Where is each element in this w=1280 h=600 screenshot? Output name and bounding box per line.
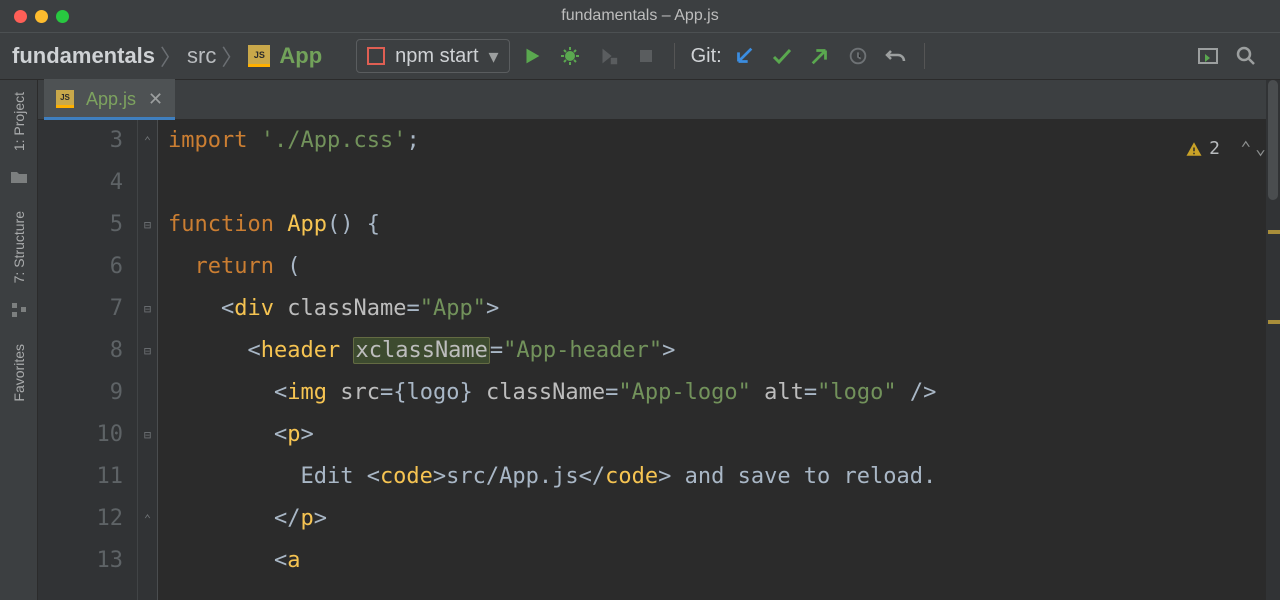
folder-icon bbox=[9, 167, 29, 187]
next-highlight-button[interactable]: ⌄ bbox=[1255, 128, 1266, 170]
npm-icon bbox=[367, 47, 385, 65]
git-pull-button[interactable] bbox=[728, 40, 760, 72]
breadcrumb[interactable]: fundamentals 〉 src 〉 JS App bbox=[12, 40, 322, 72]
tab-label: App.js bbox=[86, 89, 136, 110]
fold-toggle-icon[interactable]: ⊟ bbox=[138, 204, 157, 246]
js-file-icon: JS bbox=[248, 45, 270, 67]
run-button[interactable] bbox=[516, 40, 548, 72]
line-number-gutter[interactable]: 3 4 5 6 7 8 9 10 11 12 13 bbox=[38, 120, 138, 600]
code-editor[interactable]: 3 4 5 6 7 8 9 10 11 12 13 ⌃ ⊟ ⊟ ⊟ ⊟ bbox=[38, 120, 1280, 600]
line-number: 7 bbox=[38, 288, 123, 330]
fold-toggle-icon[interactable]: ⊟ bbox=[138, 288, 157, 330]
debug-button[interactable] bbox=[554, 40, 586, 72]
warning-icon bbox=[1185, 140, 1203, 158]
js-file-icon: JS bbox=[56, 90, 74, 108]
toolwindow-structure[interactable]: 7: Structure bbox=[11, 211, 27, 283]
line-number: 13 bbox=[38, 540, 123, 582]
git-push-button[interactable] bbox=[804, 40, 836, 72]
line-number: 8 bbox=[38, 330, 123, 372]
line-number: 12 bbox=[38, 498, 123, 540]
breadcrumb-project[interactable]: fundamentals bbox=[12, 43, 155, 69]
inspection-indicator[interactable]: 2 bbox=[1185, 128, 1220, 170]
code-line[interactable]: function App() { bbox=[168, 204, 1280, 246]
breadcrumb-folder[interactable]: src bbox=[187, 43, 216, 69]
scrollbar-thumb[interactable] bbox=[1268, 80, 1278, 200]
fold-gutter[interactable]: ⌃ ⊟ ⊟ ⊟ ⊟ ⌃ bbox=[138, 120, 158, 600]
line-number: 10 bbox=[38, 414, 123, 456]
code-line[interactable]: <header xclassName="App-header"> bbox=[168, 330, 1280, 372]
line-number: 6 bbox=[38, 246, 123, 288]
fold-end-icon[interactable]: ⌃ bbox=[138, 120, 157, 162]
selected-text: xclassName bbox=[353, 337, 489, 364]
toolwindow-project[interactable]: 1: Project bbox=[11, 92, 27, 151]
warning-mark[interactable] bbox=[1268, 230, 1280, 234]
line-number: 3 bbox=[38, 120, 123, 162]
run-with-coverage-button[interactable] bbox=[592, 40, 624, 72]
line-number: 9 bbox=[38, 372, 123, 414]
chevron-down-icon: ▾ bbox=[489, 44, 499, 69]
chevron-right-icon: 〉 bbox=[160, 40, 182, 72]
code-line[interactable] bbox=[168, 162, 1280, 204]
window-title: fundamentals – App.js bbox=[0, 7, 1280, 25]
code-area[interactable]: import './App.css'; function App() { ret… bbox=[158, 120, 1280, 600]
code-line[interactable]: return ( bbox=[168, 246, 1280, 288]
stop-button[interactable] bbox=[630, 40, 662, 72]
undo-button[interactable] bbox=[880, 40, 912, 72]
code-line[interactable]: </p> bbox=[168, 498, 1280, 540]
code-line[interactable]: <p> bbox=[168, 414, 1280, 456]
fold-toggle-icon[interactable]: ⊟ bbox=[138, 330, 157, 372]
toolbar-separator bbox=[924, 43, 925, 69]
editor-tab[interactable]: JS App.js ✕ bbox=[44, 79, 175, 119]
git-commit-button[interactable] bbox=[766, 40, 798, 72]
chevron-right-icon: 〉 bbox=[221, 40, 243, 72]
line-number: 11 bbox=[38, 456, 123, 498]
left-toolwindow-bar: 1: Project 7: Structure Favorites bbox=[0, 80, 38, 600]
editor-tabs: JS App.js ✕ bbox=[38, 80, 1280, 120]
git-label: Git: bbox=[691, 45, 722, 68]
toolbar-separator bbox=[674, 43, 675, 69]
main-toolbar: fundamentals 〉 src 〉 JS App npm start ▾ … bbox=[0, 32, 1280, 80]
prev-highlight-button[interactable]: ⌃ bbox=[1240, 128, 1251, 170]
fold-toggle-icon[interactable]: ⊟ bbox=[138, 414, 157, 456]
inspection-nav: ⌃ ⌄ bbox=[1240, 128, 1266, 170]
warning-mark[interactable] bbox=[1268, 320, 1280, 324]
code-line[interactable]: <img src={logo} className="App-logo" alt… bbox=[168, 372, 1280, 414]
breadcrumb-file[interactable]: App bbox=[279, 43, 322, 69]
ide-scripting-button[interactable] bbox=[1192, 40, 1224, 72]
code-line[interactable]: <a bbox=[168, 540, 1280, 582]
line-number: 5 bbox=[38, 204, 123, 246]
run-configuration-dropdown[interactable]: npm start ▾ bbox=[356, 39, 509, 73]
line-number: 4 bbox=[38, 162, 123, 204]
code-line[interactable]: import './App.css'; bbox=[168, 120, 1280, 162]
code-line[interactable]: Edit <code>src/App.js</code> and save to… bbox=[168, 456, 1280, 498]
code-line[interactable]: <div className="App"> bbox=[168, 288, 1280, 330]
close-tab-icon[interactable]: ✕ bbox=[148, 89, 163, 110]
toolwindow-favorites[interactable]: Favorites bbox=[11, 344, 27, 402]
titlebar: fundamentals – App.js bbox=[0, 0, 1280, 32]
fold-end-icon[interactable]: ⌃ bbox=[138, 498, 157, 540]
warning-count: 2 bbox=[1209, 128, 1220, 170]
structure-icon bbox=[9, 300, 29, 320]
run-config-label: npm start bbox=[395, 45, 478, 68]
git-history-button[interactable] bbox=[842, 40, 874, 72]
search-everywhere-button[interactable] bbox=[1230, 40, 1262, 72]
